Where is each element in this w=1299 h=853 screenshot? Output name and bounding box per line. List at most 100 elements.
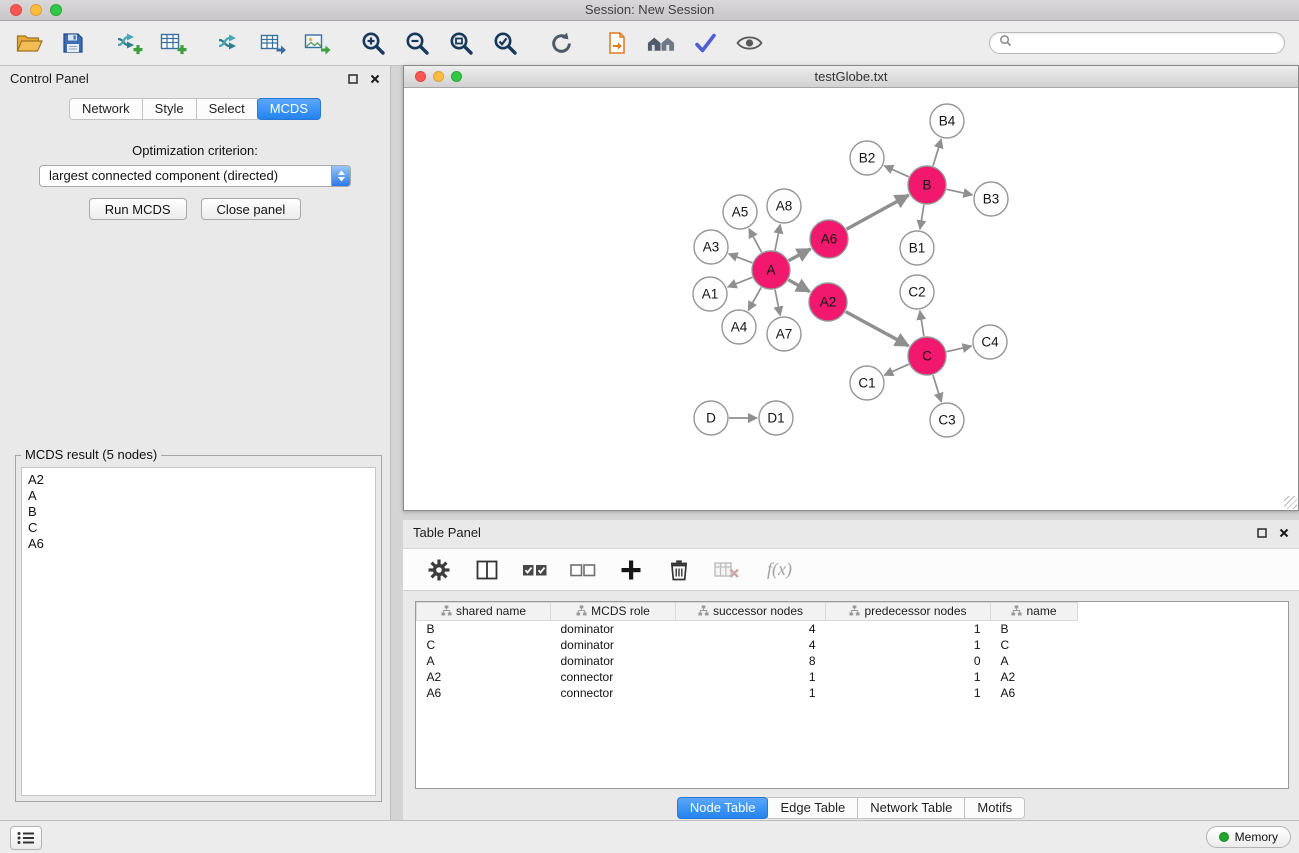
edge-A-A7[interactable]: [775, 290, 780, 316]
edge-A6-B[interactable]: [847, 195, 909, 229]
column-header-mcds-role[interactable]: MCDS role: [551, 603, 676, 621]
node-A7[interactable]: A7: [767, 317, 801, 351]
node-B4[interactable]: B4: [930, 104, 964, 138]
close-window-button[interactable]: [10, 4, 22, 16]
deselect-all-icon[interactable]: [569, 556, 597, 584]
edge-A-A6[interactable]: [789, 249, 811, 261]
cell-predecessor-nodes[interactable]: 1: [826, 621, 991, 638]
node-C4[interactable]: C4: [973, 325, 1007, 359]
search-box[interactable]: [989, 32, 1285, 54]
cell-name[interactable]: B: [991, 621, 1078, 638]
apply-style-icon[interactable]: [690, 28, 720, 58]
node-A6[interactable]: A6: [810, 220, 848, 258]
close-panel-button[interactable]: Close panel: [201, 198, 302, 220]
node-D1[interactable]: D1: [759, 401, 793, 435]
tab-style[interactable]: Style: [142, 98, 197, 120]
node-A3[interactable]: A3: [694, 230, 728, 264]
cell-successor-nodes[interactable]: 4: [676, 637, 826, 653]
cell-shared-name[interactable]: C: [417, 637, 551, 653]
node-A4[interactable]: A4: [722, 310, 756, 344]
cell-successor-nodes[interactable]: 1: [676, 669, 826, 685]
tab-select[interactable]: Select: [196, 98, 258, 120]
edge-C-C3[interactable]: [933, 375, 941, 402]
tab-mcds[interactable]: MCDS: [257, 98, 321, 120]
cell-predecessor-nodes[interactable]: 0: [826, 653, 991, 669]
tab-network-table[interactable]: Network Table: [857, 797, 965, 819]
tab-motifs[interactable]: Motifs: [964, 797, 1025, 819]
column-header-name[interactable]: name: [991, 603, 1078, 621]
zoom-selected-icon[interactable]: [490, 28, 520, 58]
cell-successor-nodes[interactable]: 1: [676, 685, 826, 701]
import-network-icon[interactable]: [114, 28, 144, 58]
node-B1[interactable]: B1: [900, 231, 934, 265]
show-panels-button[interactable]: [10, 826, 42, 850]
float-panel-icon[interactable]: [348, 74, 358, 84]
edge-A-A5[interactable]: [749, 229, 762, 253]
export-network-icon[interactable]: [214, 28, 244, 58]
node-C1[interactable]: C1: [850, 366, 884, 400]
show-all-networks-icon[interactable]: [646, 28, 676, 58]
edge-B-B2[interactable]: [884, 166, 909, 177]
node-A[interactable]: A: [752, 251, 790, 289]
table-row[interactable]: Cdominator41C: [417, 637, 1078, 653]
mcds-result-list[interactable]: A2ABCA6: [21, 467, 376, 796]
cell-predecessor-nodes[interactable]: 1: [826, 669, 991, 685]
network-close-button[interactable]: [415, 71, 426, 82]
edge-C-C2[interactable]: [920, 311, 924, 336]
cell-predecessor-nodes[interactable]: 1: [826, 685, 991, 701]
node-A2[interactable]: A2: [809, 283, 847, 321]
cell-shared-name[interactable]: A: [417, 653, 551, 669]
network-minimize-button[interactable]: [433, 71, 444, 82]
edge-B-B4[interactable]: [933, 139, 941, 166]
mcds-result-item[interactable]: A6: [28, 536, 369, 552]
network-zoom-button[interactable]: [451, 71, 462, 82]
mcds-result-item[interactable]: A2: [28, 472, 369, 488]
node-D[interactable]: D: [694, 401, 728, 435]
table-row[interactable]: A2connector11A2: [417, 669, 1078, 685]
search-input[interactable]: [1018, 35, 1275, 52]
node-B3[interactable]: B3: [974, 182, 1008, 216]
run-mcds-button[interactable]: Run MCDS: [89, 198, 187, 220]
open-icon[interactable]: [14, 28, 44, 58]
node-B2[interactable]: B2: [850, 141, 884, 175]
delete-row-icon[interactable]: [665, 556, 693, 584]
select-all-icon[interactable]: [521, 556, 549, 584]
edge-A-A2[interactable]: [788, 280, 809, 292]
zoom-in-icon[interactable]: [358, 28, 388, 58]
memory-button[interactable]: Memory: [1206, 826, 1291, 848]
cell-shared-name[interactable]: A2: [417, 669, 551, 685]
zoom-out-icon[interactable]: [402, 28, 432, 58]
edge-B-B3[interactable]: [947, 189, 973, 195]
cell-mcds-role[interactable]: dominator: [551, 621, 676, 638]
minimize-window-button[interactable]: [30, 4, 42, 16]
export-image-icon[interactable]: [302, 28, 332, 58]
close-panel-icon[interactable]: [370, 74, 380, 84]
column-header-successor-nodes[interactable]: successor nodes: [676, 603, 826, 621]
zoom-window-button[interactable]: [50, 4, 62, 16]
node-A5[interactable]: A5: [723, 195, 757, 229]
edge-A-A1[interactable]: [728, 277, 753, 287]
float-panel-icon[interactable]: [1257, 528, 1267, 538]
cell-successor-nodes[interactable]: 8: [676, 653, 826, 669]
tab-network[interactable]: Network: [69, 98, 143, 120]
zoom-fit-icon[interactable]: [446, 28, 476, 58]
edge-A-A8[interactable]: [775, 225, 780, 251]
edge-A2-C[interactable]: [846, 312, 909, 346]
node-A8[interactable]: A8: [767, 189, 801, 223]
cell-mcds-role[interactable]: dominator: [551, 653, 676, 669]
edge-C-C1[interactable]: [884, 364, 909, 375]
tab-edge-table[interactable]: Edge Table: [767, 797, 858, 819]
tab-node-table[interactable]: Node Table: [677, 797, 769, 819]
edge-B-B1[interactable]: [920, 205, 924, 229]
cell-shared-name[interactable]: B: [417, 621, 551, 638]
function-builder-button[interactable]: f(x): [767, 559, 792, 580]
columns-icon[interactable]: [473, 556, 501, 584]
mcds-result-item[interactable]: C: [28, 520, 369, 536]
mcds-result-item[interactable]: B: [28, 504, 369, 520]
node-C3[interactable]: C3: [930, 403, 964, 437]
cell-shared-name[interactable]: A6: [417, 685, 551, 701]
table-row[interactable]: Bdominator41B: [417, 621, 1078, 638]
cell-name[interactable]: C: [991, 637, 1078, 653]
optimization-criterion-dropdown[interactable]: largest connected component (directed): [39, 165, 351, 187]
cell-name[interactable]: A2: [991, 669, 1078, 685]
